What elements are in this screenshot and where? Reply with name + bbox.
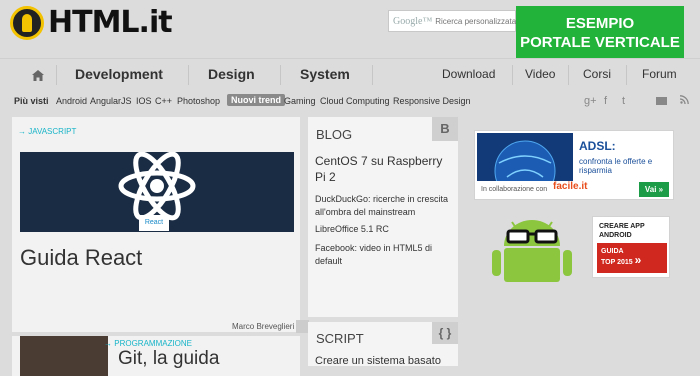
rss-icon[interactable] [679, 95, 689, 107]
nav-video[interactable]: Video [525, 67, 555, 81]
trend-badge: Nuovi trend [227, 94, 286, 106]
nav-corsi[interactable]: Corsi [583, 67, 611, 81]
facebook-icon[interactable]: f [604, 95, 607, 107]
nav-system[interactable]: System [300, 66, 350, 82]
tag-link[interactable]: Gaming [284, 96, 316, 106]
blog-post-link[interactable]: DuckDuckGo: ricerche in crescita all'omb… [315, 193, 455, 219]
tech-tag: React [139, 215, 169, 231]
android-ad[interactable]: CREARE APP ANDROID GUIDA TOP 2015 » [474, 212, 674, 282]
facile-logo: facile.it [553, 181, 588, 192]
twitter-icon[interactable]: t [622, 95, 625, 107]
code-icon: { } [432, 322, 458, 344]
google-brand: Google™ [393, 15, 433, 27]
nav-divider [626, 65, 627, 85]
guide-heading: CREARE APP ANDROID [599, 223, 645, 239]
main-nav: Development Design System Download Video… [0, 58, 700, 90]
script-post-link[interactable]: Creare un sistema basato [315, 355, 441, 367]
double-chevron-icon: » [634, 253, 642, 267]
tag-link[interactable]: Responsive Design [393, 96, 471, 106]
nav-divider [188, 65, 189, 85]
mail-icon[interactable] [656, 97, 667, 105]
nav-development[interactable]: Development [75, 66, 163, 82]
feature-title[interactable]: Git, la guida [118, 348, 219, 370]
tag-link[interactable]: IOS [136, 96, 152, 106]
blog-post-link[interactable]: LibreOffice 5.1 RC [315, 223, 455, 236]
ad-collab-label: In collaborazione con [481, 186, 548, 193]
blog-post-link[interactable]: CentOS 7 su Raspberry Pi 2 [315, 153, 455, 185]
tag-link[interactable]: C++ [155, 96, 172, 106]
category-label: → PROGRAMMAZIONE [104, 339, 193, 348]
nav-forum[interactable]: Forum [642, 67, 677, 81]
nav-divider [568, 65, 569, 85]
nav-divider [280, 65, 281, 85]
ad-title: ADSL: [579, 139, 616, 153]
android-robot-icon [492, 220, 572, 282]
blog-panel: BLOG B CentOS 7 su Raspberry Pi 2 DuckDu… [308, 117, 458, 317]
android-guide-box: CREARE APP ANDROID GUIDA TOP 2015 » [592, 216, 670, 278]
home-icon[interactable] [20, 65, 56, 85]
category-label: → JAVASCRIPT [18, 127, 77, 136]
section-heading: BLOG [316, 127, 353, 142]
logo-icon [10, 5, 44, 40]
blog-icon: B [432, 117, 458, 141]
feature-card[interactable]: → JAVASCRIPT React Guida React Marco Bre… [12, 117, 309, 333]
site-logo[interactable]: HTML.it [10, 5, 173, 40]
git-thumbnail [20, 336, 108, 376]
logo-text: HTML.it [48, 5, 173, 40]
feature-card[interactable]: → PROGRAMMAZIONE Git, la guida [12, 336, 300, 376]
promo-banner: ESEMPIO PORTALE VERTICALE [516, 6, 684, 64]
globe-image [477, 133, 573, 181]
nav-divider [56, 65, 57, 85]
nav-download[interactable]: Download [442, 67, 495, 81]
search-box[interactable]: Google™ [388, 10, 522, 32]
tag-link[interactable]: Cloud Computing [320, 96, 390, 106]
feature-title[interactable]: Guida React [20, 245, 142, 271]
ad-subtitle: confronta le offerte e risparmia [579, 157, 653, 175]
most-viewed-label: Più visti [14, 96, 49, 106]
search-input[interactable] [435, 16, 522, 26]
tag-link[interactable]: Android [56, 96, 87, 106]
section-heading: SCRIPT [316, 331, 364, 346]
guide-top-badge: GUIDA TOP 2015 » [597, 243, 667, 273]
script-panel: SCRIPT { } Creare un sistema basato [308, 322, 458, 367]
ad-cta-button[interactable]: Vai » [639, 182, 669, 197]
nav-divider [372, 65, 373, 85]
tag-link[interactable]: AngularJS [90, 96, 132, 106]
nav-design[interactable]: Design [208, 66, 255, 82]
blog-post-link[interactable]: Facebook: video in HTML5 di default [315, 242, 455, 268]
promo-line1: ESEMPIO [565, 15, 635, 32]
nav-divider [512, 65, 513, 85]
adsl-ad[interactable]: ADSL: confronta le offerte e risparmia I… [474, 130, 674, 200]
tag-link[interactable]: Photoshop [177, 96, 220, 106]
promo-line2: PORTALE VERTICALE [520, 34, 680, 51]
googleplus-icon[interactable]: g+ [584, 95, 597, 107]
author-name[interactable]: Marco Breveglieri [232, 322, 294, 331]
